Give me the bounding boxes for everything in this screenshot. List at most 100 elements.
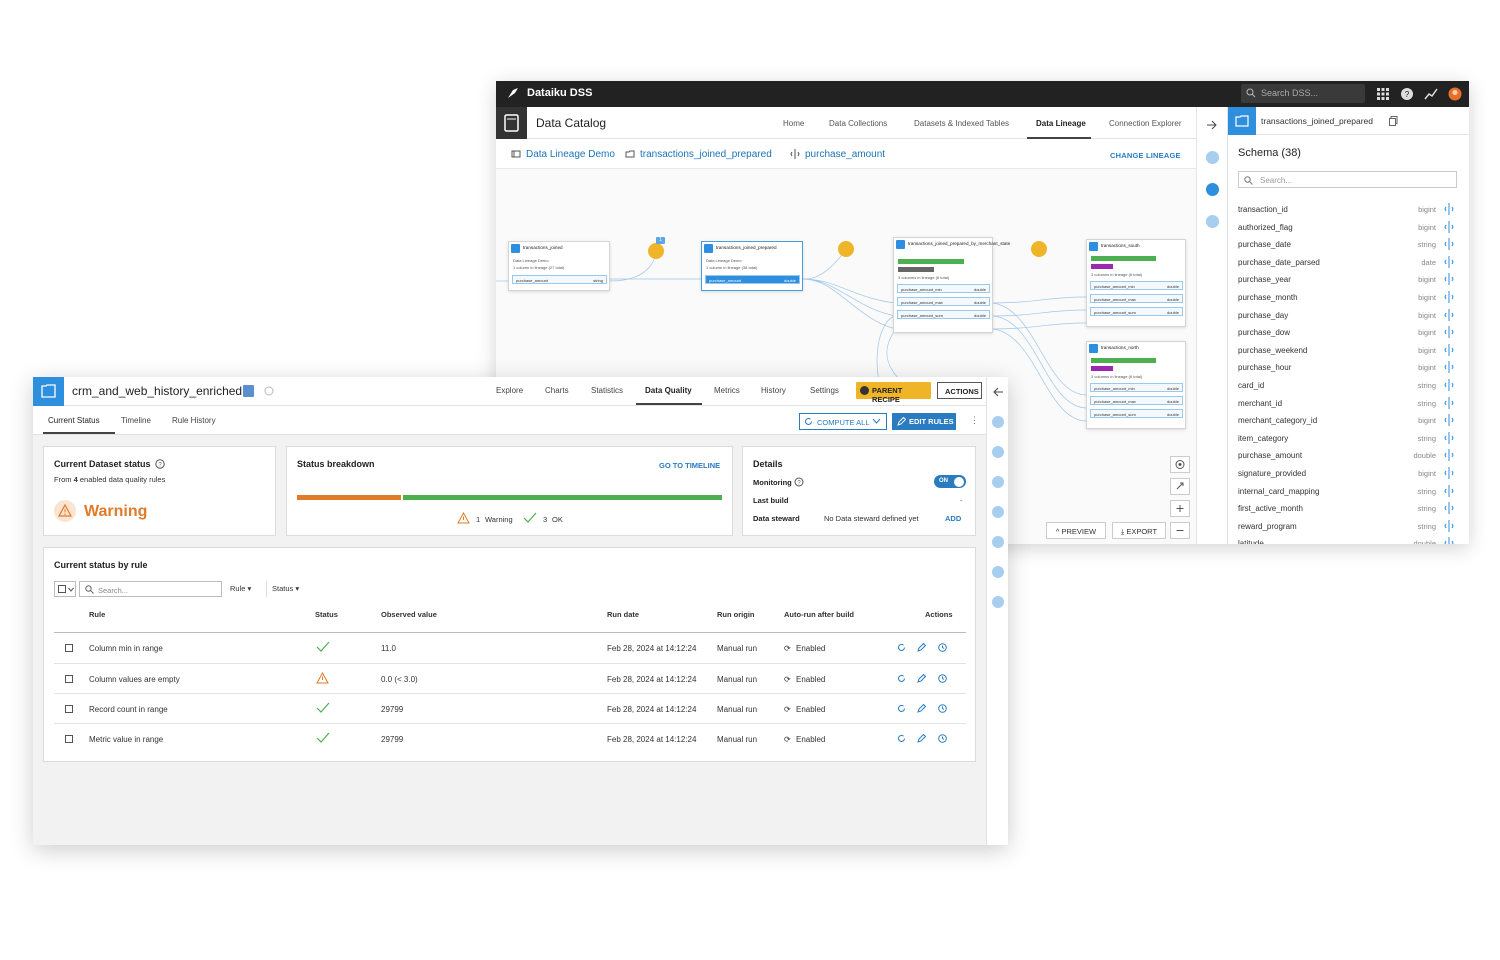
column-lineage-icon[interactable] [1444,308,1454,321]
row-checkbox[interactable] [65,735,73,743]
schema-row[interactable]: merchant_id string [1238,395,1460,412]
node-column-row-selected[interactable]: purchase_amount double [705,275,800,284]
tab-explore[interactable]: Explore [496,386,523,395]
node-column-row[interactable]: purchase_amount_min double [1090,281,1183,290]
column-lineage-icon[interactable] [1444,238,1454,251]
column-lineage-icon[interactable] [1444,361,1454,374]
change-lineage-button[interactable]: CHANGE LINEAGE [1110,151,1181,160]
preview-button[interactable]: ^ PREVIEW [1046,522,1106,539]
list-icon[interactable] [992,476,1004,488]
column-lineage-icon[interactable] [1444,379,1454,391]
node-column-row[interactable]: purchase_amount_max double [1090,396,1183,405]
table-row[interactable]: Record count in range 29799 Feb 28, 2024 a… [54,693,966,723]
lineage-node-transactions-south[interactable]: transactions_south 3 columns in lineage … [1086,239,1186,327]
nav-data-collections[interactable]: Data Collections [829,119,887,128]
breadcrumb-column[interactable]: purchase_amount [805,149,885,160]
column-lineage-icon[interactable] [1444,519,1454,532]
schema-row[interactable]: authorized_flag bigint [1238,219,1460,236]
help-icon[interactable]: ? [1400,87,1414,101]
node-column-row[interactable]: purchase_amount_max double [1090,294,1183,303]
recenter-button[interactable] [1170,456,1190,473]
table-row[interactable]: Column values are empty 0.0 (< 3.0) Feb 28… [54,663,966,693]
node-column-row[interactable]: purchase_amount_max double [897,297,990,306]
rule-filter-dropdown[interactable]: Rule ▾ [230,584,251,593]
schema-row[interactable]: purchase_date_parsed date [1238,254,1460,271]
user-avatar-icon[interactable] [1448,87,1462,101]
actions-button[interactable]: ACTIONS [937,382,982,399]
column-lineage-icon[interactable] [1444,414,1454,427]
info-icon[interactable] [992,446,1004,458]
column-lineage-icon[interactable] [1444,220,1454,233]
schema-row[interactable]: item_category string [1238,430,1460,447]
column-lineage-icon[interactable] [1444,291,1454,303]
copy-icon[interactable] [1389,116,1398,126]
schema-row[interactable]: first_active_month string [1238,500,1460,517]
watch-icon[interactable] [264,386,274,396]
breadcrumb-dataset[interactable]: transactions_joined_prepared [640,149,772,160]
go-to-timeline-link[interactable]: GO TO TIMELINE [659,461,720,470]
edit-pencil-icon[interactable] [917,734,926,743]
node-column-row[interactable]: purchase_amount_min double [897,284,990,293]
header-auto-run[interactable]: Auto-run after build [784,610,854,619]
rules-search-input[interactable]: Search... [79,581,222,597]
tab-history[interactable]: History [761,386,786,395]
schema-row[interactable]: card_id string [1238,377,1460,394]
header-rule[interactable]: Rule [89,610,105,619]
select-all-checkbox[interactable] [58,585,66,593]
schema-row[interactable]: purchase_month bigint [1238,289,1460,306]
run-rule-icon[interactable] [897,704,906,713]
schema-row[interactable]: merchant_category_id bigint [1238,412,1460,429]
subtab-rule-history[interactable]: Rule History [172,416,216,425]
export-button[interactable]: ⤓ EXPORT [1112,522,1166,539]
column-lineage-icon[interactable] [1444,343,1454,356]
lineage-node-by-merchant-state[interactable]: transactions_joined_prepared_by_merchant… [893,237,1010,333]
edit-pencil-icon[interactable] [917,643,926,652]
zoom-in-button[interactable] [1170,500,1190,517]
tab-charts[interactable]: Charts [545,386,569,395]
column-lineage-icon[interactable] [1444,537,1454,544]
schema-row[interactable]: latitude double [1238,535,1460,544]
status-filter-dropdown[interactable]: Status ▾ [272,584,299,593]
tab-settings[interactable]: Settings [810,386,839,395]
schema-row[interactable]: signature_provided bigint [1238,465,1460,482]
column-lineage-icon[interactable] [1444,449,1454,462]
tab-data-quality[interactable]: Data Quality [645,386,692,395]
check-circle-icon[interactable] [1206,215,1219,228]
tab-metrics[interactable]: Metrics [714,386,740,395]
history-clock-icon[interactable] [938,734,947,743]
schema-row[interactable]: purchase_hour bigint [1238,359,1460,376]
column-lineage-icon[interactable] [1444,502,1454,515]
edit-pencil-icon[interactable] [917,704,926,713]
activity-trend-icon[interactable] [1424,87,1438,101]
edit-pencil-icon[interactable] [917,674,926,683]
column-lineage-icon[interactable] [1444,484,1454,497]
group-recipe-icon[interactable] [838,241,854,257]
column-lineage-icon[interactable] [1444,431,1454,444]
schema-row[interactable]: internal_card_mapping string [1238,483,1460,500]
arrow-left-icon[interactable] [992,386,1004,398]
run-rule-icon[interactable] [897,674,906,683]
header-run-origin[interactable]: Run origin [717,610,755,619]
history-clock-icon[interactable] [938,643,947,652]
split-recipe-icon[interactable] [1031,241,1047,257]
schema-row[interactable]: purchase_date string [1238,236,1460,253]
global-search-input[interactable]: Search DSS... [1241,84,1365,103]
node-column-row[interactable]: purchase_amount string [512,275,607,284]
column-lineage-icon[interactable] [1444,396,1454,409]
more-options-icon[interactable]: ⋮ [970,415,979,426]
discussion-icon[interactable] [992,536,1004,548]
schema-row[interactable]: purchase_weekend bigint [1238,342,1460,359]
zoom-out-button[interactable] [1170,522,1190,539]
column-lineage-icon[interactable] [1444,203,1454,215]
select-all-dropdown[interactable] [54,581,76,597]
schema-row[interactable]: reward_program string [1238,518,1460,535]
run-rule-icon[interactable] [897,734,906,743]
arrow-right-icon[interactable] [1206,119,1218,131]
row-checkbox[interactable] [65,705,73,713]
lineage-node-transactions-north[interactable]: transactions_north 3 columns in lineage … [1086,341,1186,429]
schema-row[interactable]: purchase_dow bigint [1238,324,1460,341]
schema-row[interactable]: purchase_amount double [1238,447,1460,464]
check-circle-icon[interactable] [992,506,1004,518]
schema-list-icon[interactable] [1206,183,1219,196]
column-lineage-icon[interactable] [1444,326,1454,339]
